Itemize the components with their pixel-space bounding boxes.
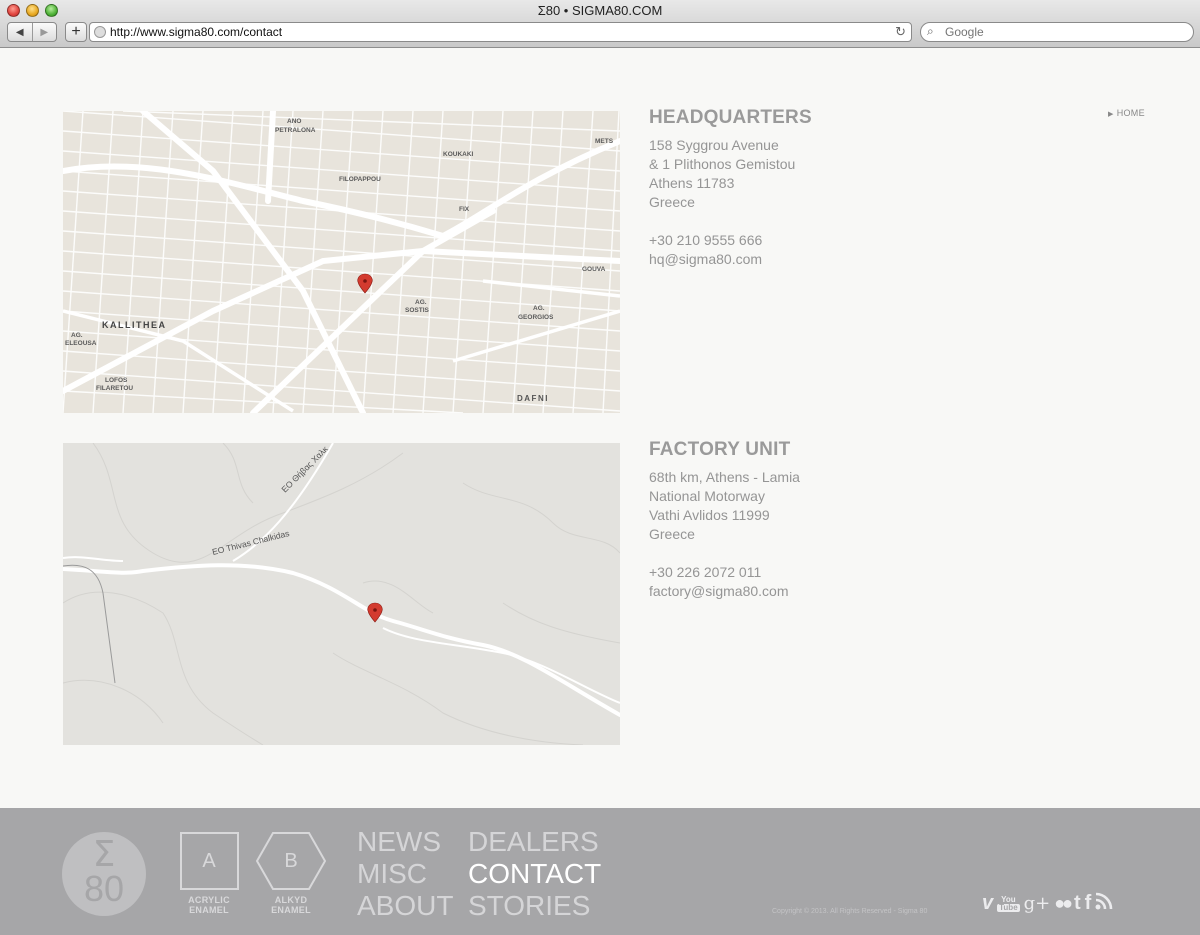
headquarters-map[interactable]: ANO PETRALONA KOUKAKI FILOPAPPOU METS FI… bbox=[63, 111, 620, 413]
headquarters-address-line: Greece bbox=[649, 194, 695, 210]
map-label-mets: METS bbox=[595, 138, 614, 145]
map-label-ag-2: AG. bbox=[533, 305, 545, 312]
search-field[interactable]: ⌕ bbox=[920, 22, 1194, 42]
rss-icon[interactable] bbox=[1095, 892, 1113, 915]
map-label-petralona: PETRALONA bbox=[275, 127, 316, 134]
address-bar[interactable]: http://www.sigma80.com/contact ↻ bbox=[89, 22, 912, 42]
factory-map-graphic: EO Thivas Chalkidas ΕΟ Θήβας Χαλκ bbox=[63, 443, 620, 745]
sigma80-logo[interactable]: Σ 80 bbox=[62, 832, 146, 916]
home-link[interactable]: ▶ HOME bbox=[1108, 108, 1145, 118]
factory-phone[interactable]: +30 226 2072 011 bbox=[649, 563, 800, 582]
factory-info: FACTORY UNIT 68th km, Athens - Lamia Nat… bbox=[649, 439, 800, 601]
triangle-right-icon: ▶ bbox=[1108, 111, 1114, 118]
headquarters-phone[interactable]: +30 210 9555 666 bbox=[649, 231, 812, 250]
product-b-line1: ALKYD bbox=[274, 895, 308, 905]
window-title: Σ80 • SIGMA80.COM bbox=[537, 3, 663, 18]
site-globe-icon bbox=[94, 26, 106, 38]
reload-icon[interactable]: ↻ bbox=[895, 24, 906, 40]
product-acrylic-enamel[interactable]: A ACRYLIC ENAMEL bbox=[179, 832, 239, 915]
search-icon: ⌕ bbox=[927, 24, 934, 38]
factory-email[interactable]: factory@sigma80.com bbox=[649, 582, 800, 601]
map-label-filopappou: FILOPAPPOU bbox=[339, 176, 381, 183]
forward-button[interactable]: ▶ bbox=[31, 23, 57, 41]
menu-item-misc[interactable]: MISC bbox=[357, 858, 453, 890]
map-label-lofos: LOFOS bbox=[105, 377, 128, 384]
product-b-line2: ENAMEL bbox=[271, 905, 311, 915]
facebook-icon[interactable]: f bbox=[1085, 892, 1092, 915]
map-label-fix: FIX bbox=[459, 206, 470, 213]
factory-address-line: 68th km, Athens - Lamia bbox=[649, 469, 800, 485]
map-label-filaretou: FILARETOU bbox=[96, 385, 133, 392]
map-label-dafni: DAFNI bbox=[517, 394, 549, 403]
map-label-gouva: GOUVA bbox=[582, 266, 606, 273]
menu-item-contact[interactable]: CONTACT bbox=[468, 858, 601, 890]
menu-item-news[interactable]: NEWS bbox=[357, 826, 453, 858]
site-footer: Σ 80 A ACRYLIC ENAMEL B ALKYD ENAMEL NEWS … bbox=[0, 808, 1200, 935]
menu-item-stories[interactable]: STORIES bbox=[468, 890, 601, 922]
headquarters-title: HEADQUARTERS bbox=[649, 107, 812, 128]
map-label-koukaki: KOUKAKI bbox=[443, 151, 474, 158]
browser-toolbar: Σ80 • SIGMA80.COM ◀ ▶ + http://www.sigma… bbox=[0, 0, 1200, 48]
product-a-line1: ACRYLIC bbox=[188, 895, 230, 905]
headquarters-address-line: Athens 11783 bbox=[649, 175, 735, 191]
headquarters-map-graphic: ANO PETRALONA KOUKAKI FILOPAPPOU METS FI… bbox=[63, 111, 620, 413]
logo-number: 80 bbox=[83, 868, 125, 909]
factory-address-line: National Motorway bbox=[649, 488, 765, 504]
menu-item-about[interactable]: ABOUT bbox=[357, 890, 453, 922]
social-links: v You Tube g+ ●● t f bbox=[982, 892, 1113, 915]
product-a-badge: A bbox=[179, 832, 239, 890]
product-b-hexagon: B bbox=[255, 832, 327, 890]
menu-item-dealers[interactable]: DEALERS bbox=[468, 826, 601, 858]
map-pin-icon[interactable] bbox=[367, 602, 383, 623]
headquarters-address-line: 158 Syggrou Avenue bbox=[649, 137, 779, 153]
google-plus-icon[interactable]: g+ bbox=[1024, 893, 1051, 914]
flickr-icon[interactable]: ●● bbox=[1054, 893, 1073, 914]
add-bookmark-button[interactable]: + bbox=[65, 22, 87, 42]
factory-address-line: Vathi Avlidos 11999 bbox=[649, 507, 770, 523]
map-label-georgios: GEORGIOS bbox=[518, 314, 554, 321]
map-label-ag: AG. bbox=[415, 299, 427, 306]
map-label-kallithea: KALLITHEA bbox=[102, 320, 167, 330]
product-a-line2: ENAMEL bbox=[189, 905, 229, 915]
map-label-sostis: SOSTIS bbox=[405, 307, 430, 314]
url-text[interactable]: http://www.sigma80.com/contact bbox=[110, 25, 282, 39]
map-label-eleousa: ELEOUSA bbox=[65, 340, 97, 347]
footer-menu-secondary: DEALERS CONTACT STORIES bbox=[468, 826, 601, 922]
tumblr-icon[interactable]: t bbox=[1074, 892, 1081, 915]
map-label-ag-3: AG. bbox=[71, 332, 83, 339]
factory-title: FACTORY UNIT bbox=[649, 439, 791, 460]
product-alkyd-enamel[interactable]: B ALKYD ENAMEL bbox=[255, 832, 327, 915]
back-button[interactable]: ◀ bbox=[8, 23, 32, 41]
product-b-badge: B bbox=[284, 850, 298, 872]
footer-menu-primary: NEWS MISC ABOUT bbox=[357, 826, 453, 922]
home-link-label[interactable]: HOME bbox=[1117, 108, 1145, 118]
youtube-icon[interactable]: You Tube bbox=[997, 895, 1020, 912]
headquarters-email[interactable]: hq@sigma80.com bbox=[649, 250, 812, 269]
map-label-road-1: EO Thivas Chalkidas bbox=[211, 528, 290, 557]
factory-address-line: Greece bbox=[649, 526, 695, 542]
vimeo-icon[interactable]: v bbox=[982, 892, 993, 915]
search-input[interactable] bbox=[945, 24, 1185, 40]
headquarters-info: HEADQUARTERS 158 Syggrou Avenue & 1 Plit… bbox=[649, 107, 812, 269]
history-buttons: ◀ ▶ bbox=[7, 22, 57, 42]
headquarters-address-line: & 1 Plithonos Gemistou bbox=[649, 156, 796, 172]
map-label-ano: ANO bbox=[287, 118, 301, 125]
map-pin-icon[interactable] bbox=[357, 273, 373, 294]
copyright-text: Copyright © 2013. All Rights Reserved - … bbox=[772, 908, 928, 915]
factory-map[interactable]: EO Thivas Chalkidas ΕΟ Θήβας Χαλκ bbox=[63, 443, 620, 745]
